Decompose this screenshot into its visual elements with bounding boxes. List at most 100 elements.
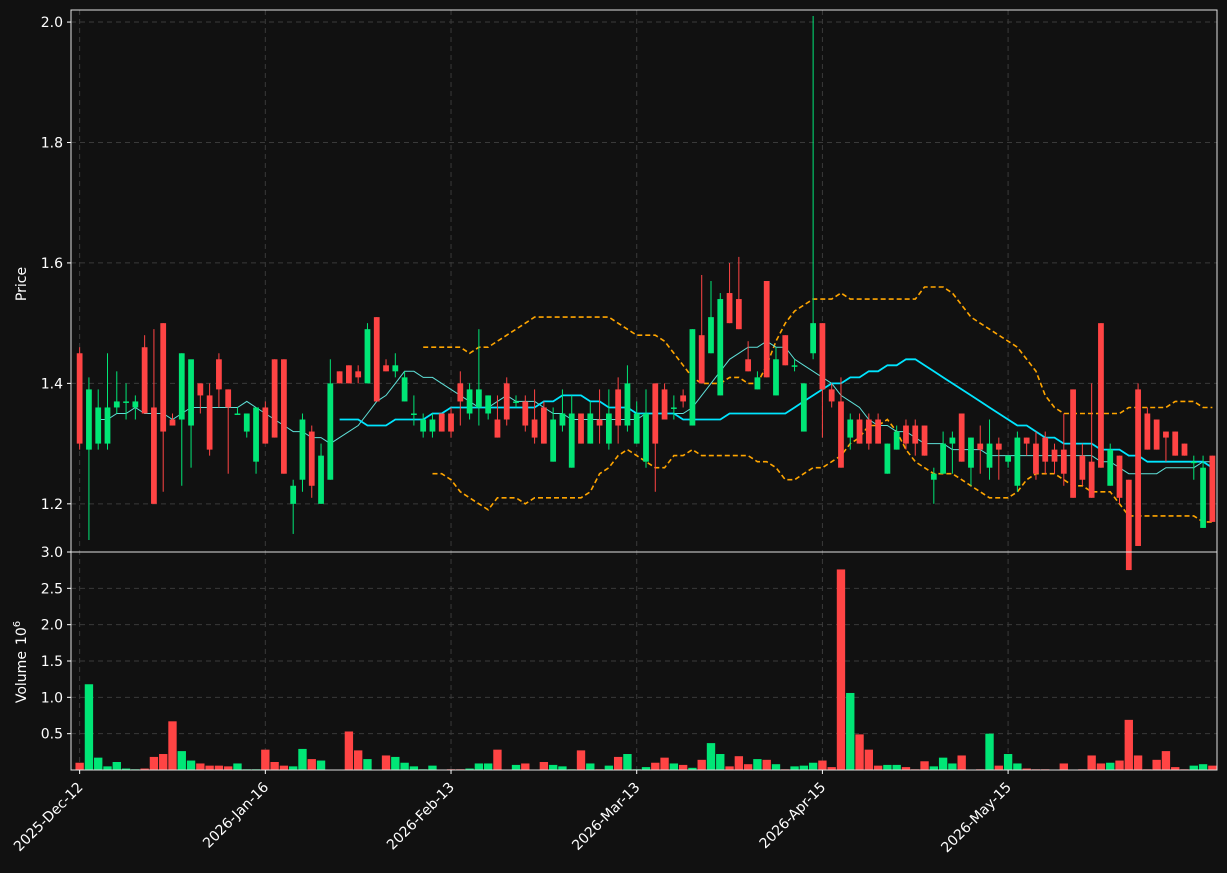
candle-body <box>550 419 557 462</box>
volume-bar <box>836 569 846 770</box>
candle-body <box>1033 443 1039 474</box>
volume-bar <box>75 762 84 770</box>
candle-body <box>1060 449 1067 474</box>
candle-body <box>513 401 519 403</box>
candle-body <box>281 359 287 474</box>
candle-body <box>76 353 83 444</box>
candle-body <box>327 383 334 480</box>
candle-body <box>856 419 863 444</box>
candle-body <box>1172 431 1179 456</box>
volume-bar <box>725 766 734 770</box>
candle-body <box>1153 419 1160 450</box>
candle-body <box>308 431 315 486</box>
candle-body <box>253 407 259 462</box>
candle-body <box>884 443 891 474</box>
volume-bar <box>1087 755 1096 770</box>
volume-bar <box>994 765 1003 770</box>
candle-body <box>1005 455 1011 462</box>
volume-bar <box>298 748 307 770</box>
volume-bar <box>586 763 595 770</box>
candle-body <box>503 383 510 420</box>
candle-body <box>1135 389 1141 546</box>
volume-bar <box>883 764 892 770</box>
candle-body <box>1088 461 1095 498</box>
volume-bar <box>1189 765 1198 770</box>
candle-body <box>132 401 139 408</box>
volume-bar <box>1124 719 1133 770</box>
volume-bar <box>363 759 372 770</box>
candle-body <box>986 443 993 468</box>
candle-body <box>188 359 194 426</box>
candle-body <box>206 395 213 450</box>
candle-body <box>346 365 352 384</box>
candle-body <box>773 359 779 396</box>
candle-body <box>151 407 157 504</box>
candle-body <box>1051 449 1058 462</box>
candle-body <box>160 323 167 432</box>
volume-axis-exponent: 6 <box>12 621 23 627</box>
volume-bar <box>753 759 762 770</box>
candle-body <box>540 407 547 444</box>
candle-body <box>485 395 492 414</box>
volume-bar <box>873 765 883 770</box>
candle-body <box>494 419 501 438</box>
candle-body <box>141 347 148 414</box>
volume-bar <box>159 754 168 770</box>
candle-body <box>940 443 946 474</box>
volume-bar <box>177 751 186 770</box>
volume-bar <box>521 763 530 770</box>
candle-body <box>912 425 919 444</box>
volume-bar <box>938 757 948 770</box>
volume-bar <box>391 756 400 770</box>
candle-body <box>1116 455 1123 498</box>
candle-body <box>782 335 789 366</box>
candle-body <box>271 359 278 438</box>
volume-bar <box>168 721 177 770</box>
candle-body <box>383 365 389 372</box>
volume-bar <box>846 692 855 770</box>
candle-body <box>800 383 807 432</box>
volume-bar <box>706 743 716 770</box>
candle-body <box>930 473 937 480</box>
volume-bar <box>381 755 391 770</box>
candlestick-chart: 1.21.41.61.82.00.51.01.52.02.53.02025-De… <box>0 0 1227 873</box>
volume-bar <box>196 763 205 770</box>
candle-body <box>587 413 594 444</box>
volume-bar <box>186 760 196 770</box>
price-tick-label: 1.2 <box>41 497 63 513</box>
volume-tick-label: 3.0 <box>41 545 63 561</box>
candle-body <box>364 329 371 384</box>
candle-body <box>86 389 92 450</box>
candle-body <box>875 419 881 444</box>
volume-bar <box>1013 763 1022 770</box>
volume-axis-label: Volume106 <box>12 621 30 703</box>
candle-body <box>568 413 575 468</box>
volume-bar <box>948 763 957 770</box>
candle-body <box>438 413 445 432</box>
candle-body <box>559 413 566 426</box>
candle-body <box>243 413 250 432</box>
volume-tick-label: 1.5 <box>41 654 63 670</box>
candle-body <box>1209 455 1216 522</box>
volume-bar <box>1115 760 1124 770</box>
volume-tick-label: 2.5 <box>41 581 63 597</box>
candle-body <box>169 419 176 426</box>
volume-bar <box>548 764 558 770</box>
volume-bar <box>576 750 586 770</box>
volume-bar <box>344 731 354 770</box>
candle-body <box>429 419 436 432</box>
price-tick-label: 2.0 <box>41 15 63 31</box>
candle-body <box>680 395 687 402</box>
candle-body <box>670 407 677 409</box>
volume-bar <box>1096 763 1106 770</box>
volume-bar <box>84 684 94 770</box>
candle-body <box>1079 455 1086 480</box>
candle-body <box>995 443 1002 450</box>
candle-body <box>949 437 956 444</box>
volume-bar <box>892 764 901 770</box>
candle-body <box>698 335 705 384</box>
volume-bar <box>474 763 484 770</box>
volume-bar <box>493 749 502 770</box>
candle-body <box>299 419 306 480</box>
volume-tick-label: 1.0 <box>41 690 63 706</box>
